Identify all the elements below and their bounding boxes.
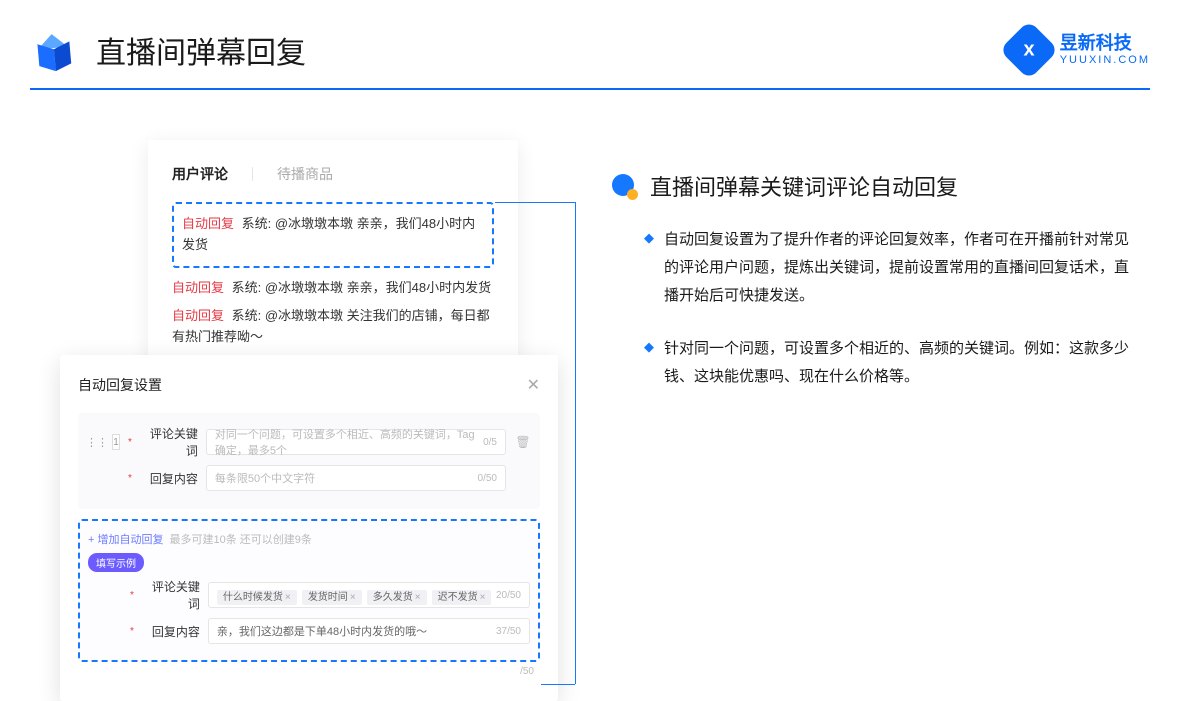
section-title: 直播间弹幕关键词评论自动回复 [650,170,958,202]
label-content: 回复内容 [142,470,198,487]
keyword-input[interactable]: 对同一个问题，可设置多个相近、高频的关键词，Tag确定，最多5个 0/5 [206,429,506,455]
rule-index: 1 [112,434,120,450]
auto-reply-tag: 自动回复 [182,216,234,231]
comment-row: 自动回复 系统: @冰墩墩本墩 关注我们的店铺，每日都有热门推荐呦～ [172,306,494,348]
keyword-tag: 迟不发货× [432,590,492,605]
tab-user-comments[interactable]: 用户评论 [172,164,228,184]
comments-card: 用户评论 待播商品 自动回复 系统: @冰墩墩本墩 亲亲，我们48小时内发货 自… [148,140,518,366]
header-left: 直播间弹幕回复 [30,26,306,74]
settings-title: 自动回复设置 [78,375,162,395]
connector-line [575,202,576,684]
content-input[interactable]: 每条限50个中文字符 0/50 [206,465,506,491]
keyword-counter: 0/5 [483,437,497,448]
required-mark: * [128,473,132,484]
example-ct-counter: 37/50 [496,626,521,637]
diamond-bullet-icon: ◆ [644,226,654,309]
page-header: 直播间弹幕回复 昱新科技 YUUXIN.COM [30,15,1150,85]
delete-icon[interactable]: 🗑 [514,435,532,449]
highlighted-comment: 自动回复 系统: @冰墩墩本墩 亲亲，我们48小时内发货 [172,202,494,268]
tab-pending-products[interactable]: 待播商品 [277,164,333,184]
trailing-counter: /50 [78,662,540,677]
close-icon[interactable]: ✕ [527,375,540,395]
example-badge: 填写示例 [88,553,144,572]
keyword-tag: 多久发货× [367,590,427,605]
required-mark: * [128,437,132,448]
add-auto-reply-link[interactable]: + 增加自动回复 [88,531,163,547]
brand-logo-icon [999,20,1058,79]
cube-icon [28,24,80,76]
example-keyword-input[interactable]: 什么时候发货× 发货时间× 多久发货× 迟不发货× 20/50 [208,582,530,608]
settings-card: 自动回复设置 ✕ ⋮⋮ 1 * 评论关键词 对同一个问题，可设置多个相近、高频的… [60,355,558,701]
example-kw-counter: 20/50 [496,590,521,601]
label-content-ex: 回复内容 [144,623,200,640]
keyword-tag: 发货时间× [302,590,362,605]
bullet-text: 自动回复设置为了提升作者的评论回复效率，作者可在开播前针对常见的评论用户问题，提… [664,226,1140,309]
example-content-input[interactable]: 亲，我们这边都是下单48小时内发货的哦～ 37/50 [208,618,530,644]
header-divider [30,88,1150,90]
bullet-item: ◆ 针对同一个问题，可设置多个相近的、高频的关键词。例如：这款多少钱、这块能优惠… [644,335,1140,391]
right-text-section: 直播间弹幕关键词评论自动回复 ◆ 自动回复设置为了提升作者的评论回复效率，作者可… [610,170,1140,417]
content-counter: 0/50 [478,473,497,484]
comment-row: 自动回复 系统: @冰墩墩本墩 亲亲，我们48小时内发货 [172,278,494,299]
auto-reply-tag: 自动回复 [172,308,224,323]
form-rule-block: ⋮⋮ 1 * 评论关键词 对同一个问题，可设置多个相近、高频的关键词，Tag确定… [78,413,540,509]
brand-block: 昱新科技 YUUXIN.COM [1008,29,1150,71]
bullet-item: ◆ 自动回复设置为了提升作者的评论回复效率，作者可在开播前针对常见的评论用户问题… [644,226,1140,309]
tab-divider [252,167,253,181]
label-keyword: 评论关键词 [142,425,198,459]
comment-text: 系统: @冰墩墩本墩 亲亲，我们48小时内发货 [232,280,492,295]
example-block-outline: + 增加自动回复 最多可建10条 还可以创建9条 填写示例 * 评论关键词 什么… [78,519,540,662]
bullet-text: 针对同一个问题，可设置多个相近的、高频的关键词。例如：这款多少钱、这块能优惠吗、… [664,335,1140,391]
brand-url: YUUXIN.COM [1060,55,1150,66]
page-title: 直播间弹幕回复 [96,28,306,72]
tabs-row: 用户评论 待播商品 [172,164,494,184]
bubble-icon [610,172,638,200]
brand-name: 昱新科技 [1060,34,1150,52]
add-hint: 最多可建10条 还可以创建9条 [169,531,311,547]
mockup-area: 用户评论 待播商品 自动回复 系统: @冰墩墩本墩 亲亲，我们48小时内发货 自… [60,140,560,630]
auto-reply-tag: 自动回复 [172,280,224,295]
label-keyword-ex: 评论关键词 [144,578,200,612]
drag-handle-icon[interactable]: ⋮⋮ [86,436,108,449]
diamond-bullet-icon: ◆ [644,335,654,391]
keyword-tag: 什么时候发货× [217,590,297,605]
